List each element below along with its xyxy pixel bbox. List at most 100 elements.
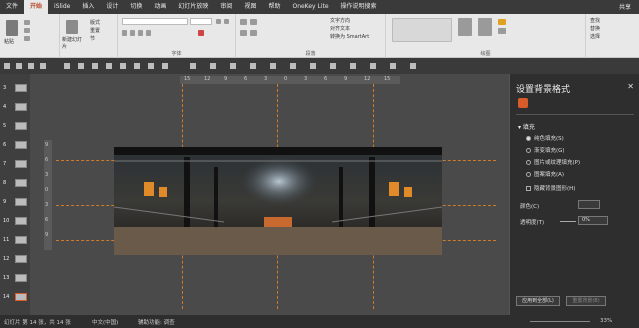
align-text-button[interactable]: 对齐文本 (330, 25, 350, 32)
paste-icon[interactable] (6, 20, 18, 36)
fill-option-radio[interactable]: 纯色填充(S) (526, 134, 564, 142)
tab-1[interactable]: 开始 (24, 0, 49, 14)
slide-thumbnail[interactable]: 6 (2, 139, 28, 152)
grow-font-icon[interactable] (216, 19, 221, 24)
slide-preview[interactable] (15, 103, 27, 111)
align-left-icon[interactable] (240, 30, 247, 36)
reset-background-button[interactable]: 重置背景(B) (566, 296, 606, 306)
font-color-icon[interactable] (198, 30, 204, 36)
align-center-icon[interactable] (250, 30, 257, 36)
fill-option-radio[interactable]: 渐变填充(G) (526, 146, 565, 154)
slide-thumbnail[interactable]: 10 (2, 215, 28, 228)
smartart-button[interactable]: 转换为 SmartArt (330, 33, 369, 40)
tab-2[interactable]: iSlide (48, 0, 76, 14)
radio-icon[interactable] (526, 136, 531, 141)
slide-thumbnail[interactable]: 7 (2, 158, 28, 171)
slide-preview[interactable] (15, 160, 27, 168)
quick-styles-icon[interactable] (478, 18, 492, 36)
slide-thumbnail[interactable]: 9 (2, 196, 28, 209)
toolbar-icons[interactable] (0, 58, 639, 74)
shapes-gallery[interactable] (392, 18, 452, 42)
ribbon-tabs: 文件 开始 iSlide 插入 设计 切换 动画 幻灯片放映 审阅 视图 帮助 OneKey Lite… (0, 0, 383, 14)
italic-icon[interactable] (130, 30, 135, 36)
slide-preview[interactable] (15, 141, 27, 149)
layout-button[interactable]: 版式 (90, 19, 100, 26)
ruler-tick: 9 (45, 232, 49, 238)
radio-icon[interactable] (526, 172, 531, 177)
tab-3[interactable]: 插入 (76, 0, 100, 14)
slide-preview[interactable] (15, 217, 27, 225)
tab-10[interactable]: 帮助 (262, 0, 286, 14)
radio-icon[interactable] (526, 148, 531, 153)
slide-thumbnail[interactable]: 4 (2, 101, 28, 114)
slide-preview[interactable] (15, 255, 27, 263)
arrange-icon[interactable] (458, 18, 472, 36)
tab-9[interactable]: 视图 (238, 0, 262, 14)
slide-thumbnail[interactable]: 12 (2, 253, 28, 266)
tab-4[interactable]: 设计 (100, 0, 124, 14)
strikethrough-icon[interactable] (146, 30, 151, 36)
slide-thumbnail[interactable]: 3 (2, 82, 28, 95)
slide-thumbnail[interactable]: 5 (2, 120, 28, 133)
slide-preview[interactable] (15, 293, 27, 301)
bold-icon[interactable] (122, 30, 127, 36)
copy-icon[interactable] (24, 28, 30, 33)
shape-outline-icon[interactable] (498, 28, 506, 34)
apply-to-all-button[interactable]: 应用到全部(L) (516, 296, 560, 306)
slide-preview[interactable] (15, 198, 27, 206)
find-button[interactable]: 查找 (590, 17, 600, 24)
reset-button[interactable]: 重置 (90, 27, 100, 34)
fill-option-radio[interactable]: 图片或纹理填充(P) (526, 158, 580, 166)
slide-preview[interactable] (15, 179, 27, 187)
fill-bucket-icon[interactable] (518, 98, 528, 108)
fill-option-radio[interactable]: 图案填充(A) (526, 170, 564, 178)
select-button[interactable]: 选择 (590, 33, 600, 40)
tab-11[interactable]: OneKey Lite (286, 0, 334, 14)
text-direction-button[interactable]: 文字方向 (330, 17, 350, 24)
close-icon[interactable]: ✕ (627, 82, 634, 91)
drawing-group: 绘图 (386, 14, 586, 58)
format-painter-icon[interactable] (24, 36, 30, 41)
tab-5[interactable]: 切换 (124, 0, 148, 14)
slide-thumbnail[interactable]: 13 (2, 272, 28, 285)
accessibility-indicator[interactable]: 辅助功能: 调查 (138, 318, 175, 326)
section-button[interactable]: 节 (90, 35, 95, 42)
slide-preview[interactable] (15, 84, 27, 92)
underline-icon[interactable] (138, 30, 143, 36)
paste-button[interactable]: 粘贴 (4, 38, 14, 45)
slide-preview[interactable] (15, 274, 27, 282)
slide-preview[interactable] (15, 122, 27, 130)
fill-section-header[interactable]: ▾ 填充 (518, 122, 535, 131)
transparency-slider[interactable] (560, 221, 576, 222)
tab-7[interactable]: 幻灯片放映 (172, 0, 214, 14)
new-slide-button[interactable]: 新建幻灯片 (62, 36, 84, 50)
hide-background-checkbox[interactable]: 隐藏背景图形(H) (526, 184, 575, 192)
slide-preview[interactable] (15, 236, 27, 244)
numbering-icon[interactable] (250, 19, 257, 25)
color-picker-button[interactable] (578, 200, 600, 209)
radio-icon[interactable] (526, 160, 531, 165)
shrink-font-icon[interactable] (224, 19, 229, 24)
fill-option-label: 渐变填充(G) (534, 148, 565, 154)
tab-0[interactable]: 文件 (0, 0, 24, 14)
zoom-slider[interactable] (530, 321, 590, 322)
share-button[interactable]: 共享 (619, 2, 631, 11)
shape-fill-icon[interactable] (498, 19, 506, 25)
replace-button[interactable]: 替换 (590, 25, 600, 32)
tab-8[interactable]: 审阅 (214, 0, 238, 14)
slide-thumbnail-panel[interactable]: 3 4 5 6 7 8 9 10 11 12 13 14 (0, 74, 30, 315)
language-indicator[interactable]: 中文(中国) (92, 318, 118, 326)
new-slide-icon[interactable] (66, 20, 78, 34)
tab-6[interactable]: 动画 (148, 0, 172, 14)
zoom-level[interactable]: 33% (600, 318, 612, 324)
slide-thumbnail[interactable]: 8 (2, 177, 28, 190)
tell-me-search[interactable]: 操作说明搜索 (335, 0, 383, 14)
slide-thumbnail[interactable]: 14 (2, 291, 28, 304)
cut-icon[interactable] (24, 20, 30, 25)
bullets-icon[interactable] (240, 19, 247, 25)
transparency-input[interactable]: 0% (578, 216, 608, 225)
font-size-combo[interactable] (190, 18, 212, 25)
slide-canvas[interactable] (114, 147, 442, 255)
font-name-combo[interactable] (122, 18, 188, 25)
slide-thumbnail[interactable]: 11 (2, 234, 28, 247)
